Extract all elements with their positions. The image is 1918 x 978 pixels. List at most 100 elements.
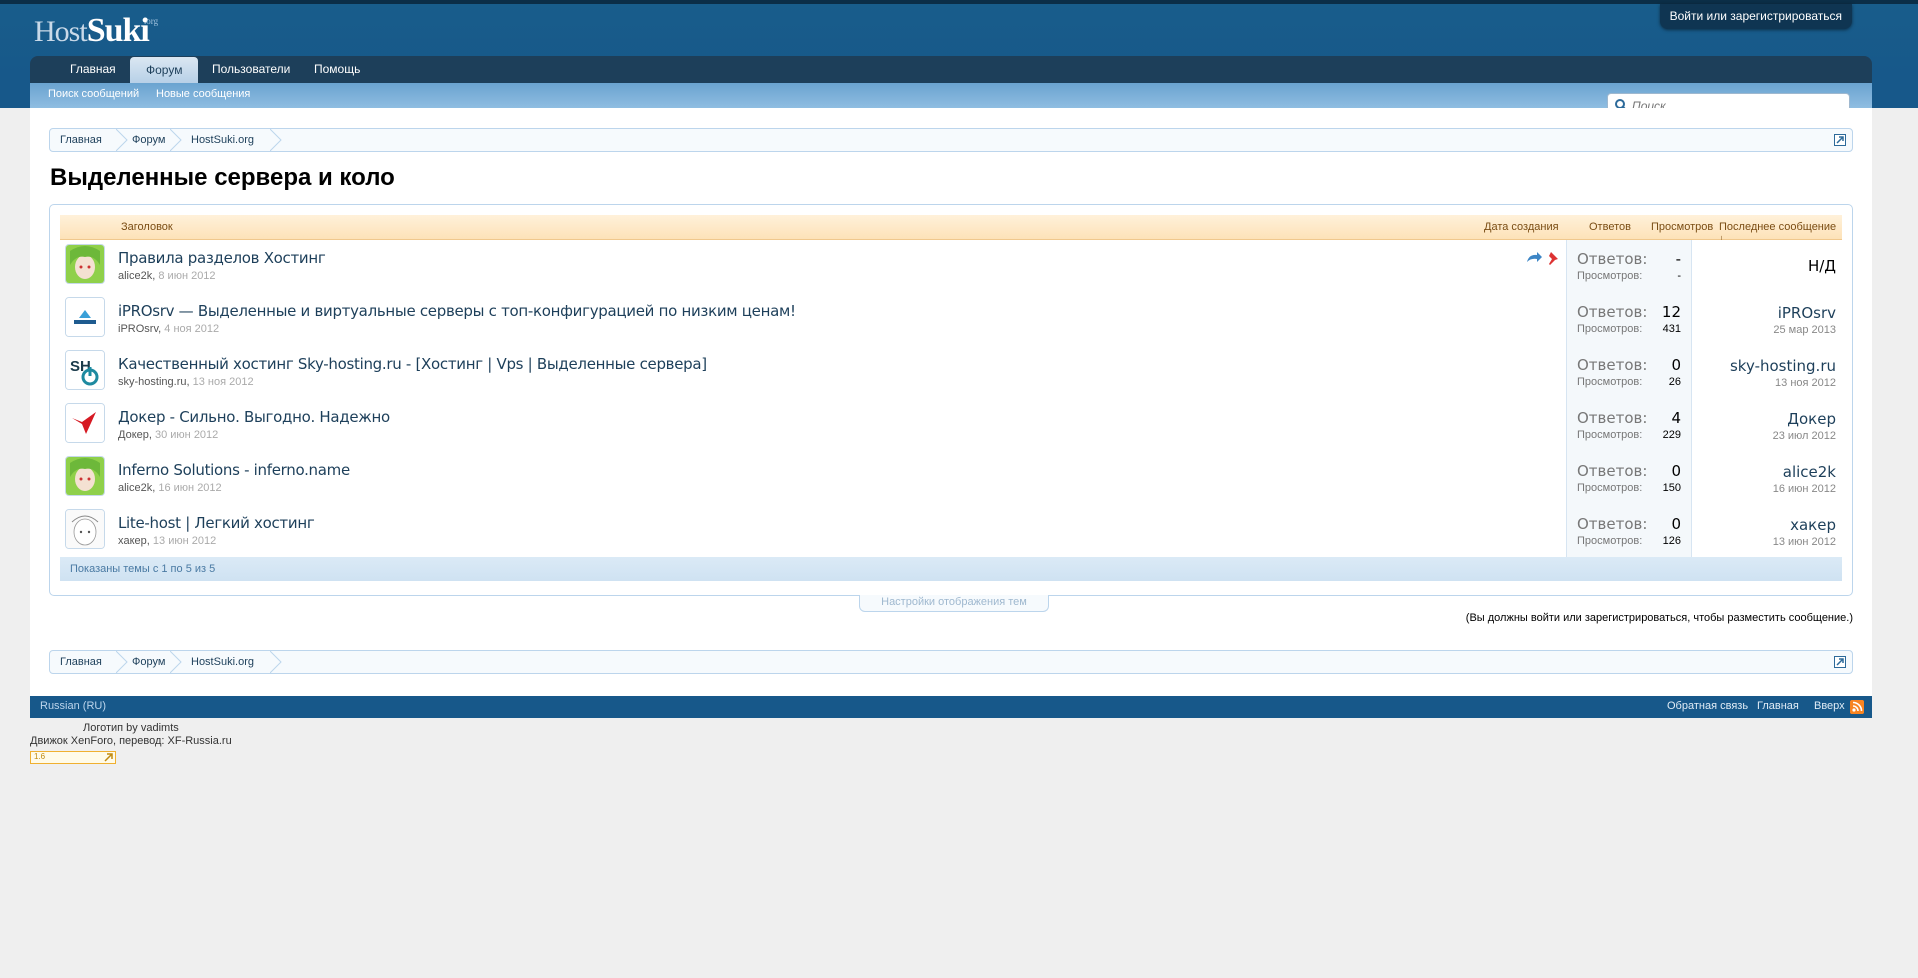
subnav-new-posts[interactable]: Новые сообщения	[156, 88, 250, 100]
tab-forum[interactable]: Форум	[130, 57, 199, 83]
replies-label: Ответов:	[1577, 250, 1648, 268]
thread-stats: Ответов: 0 Просмотров: 150	[1566, 452, 1692, 505]
last-post-user[interactable]: xакер	[1790, 516, 1836, 534]
redirect-arrow-icon	[1527, 252, 1542, 262]
external-arrow-icon	[104, 753, 113, 762]
thread-stats: Ответов: - Просмотров: -	[1566, 240, 1692, 293]
replies-count: -	[1675, 250, 1681, 268]
engine-credit[interactable]: Движок XenForo, перевод: XF-Russia.ru	[30, 735, 232, 748]
views-label: Просмотров:	[1577, 270, 1643, 282]
replies-label: Ответов:	[1577, 303, 1648, 321]
jump-menu-icon[interactable]	[1834, 134, 1846, 146]
avatar[interactable]: SH	[65, 350, 105, 390]
breadcrumb-bottom: Главная Форум HostSuki.org	[49, 650, 1853, 674]
jump-menu-icon[interactable]	[1834, 656, 1846, 668]
breadcrumb-forum[interactable]: Форум	[132, 129, 165, 151]
thread-title[interactable]: iPROsrv — Выделенные и виртуальные серве…	[118, 302, 796, 320]
thread-author[interactable]: alice2k	[118, 482, 152, 494]
breadcrumb-hostsuki[interactable]: HostSuki.org	[191, 651, 254, 673]
display-options-tab[interactable]: Настройки отображения тем	[859, 595, 1049, 612]
threads-shown-count: Показаны темы с 1 по 5 из 5	[70, 563, 216, 575]
logo-credit[interactable]: Логотип by vadimts	[83, 722, 179, 735]
replies-label: Ответов:	[1577, 409, 1648, 427]
avatar[interactable]	[65, 297, 105, 337]
replies-count: 0	[1671, 515, 1681, 533]
breadcrumb-home[interactable]: Главная	[60, 129, 102, 151]
thread-title[interactable]: Качественный хостинг Sky-hosting.ru - [Х…	[118, 355, 707, 373]
thread-list-header: Заголовок Дата создания Ответов Просмотр…	[60, 215, 1842, 245]
avatar[interactable]	[65, 509, 105, 549]
views-count: 431	[1662, 323, 1681, 335]
thread-list: Заголовок Дата создания Ответов Просмотр…	[49, 204, 1853, 596]
breadcrumb-hostsuki[interactable]: HostSuki.org	[191, 129, 254, 151]
thread-author[interactable]: xакер	[118, 535, 147, 547]
tab-home[interactable]: Главная	[54, 56, 132, 83]
version-badge[interactable]: 1.6	[30, 751, 116, 764]
svg-text:SH: SH	[70, 358, 91, 375]
last-post-user[interactable]: sky-hosting.ru	[1730, 357, 1836, 375]
footer-link-home[interactable]: Главная	[1757, 700, 1799, 712]
thread-list-footer: Показаны темы с 1 по 5 из 5	[60, 557, 1842, 581]
thread-meta: alice2k, 16 июн 2012	[118, 482, 222, 494]
thread-title[interactable]: Докер - Сильно. Выгодно. Надежно	[118, 408, 390, 426]
logo-suki-text: Suki	[86, 12, 150, 49]
breadcrumb-forum[interactable]: Форум	[132, 651, 165, 673]
sub-nav: Поиск сообщений Новые сообщения	[30, 83, 1872, 108]
thread-meta: alice2k, 8 июн 2012	[118, 270, 216, 282]
thread-date: 4 ноя 2012	[164, 323, 220, 335]
thread-stats: Ответов: 0 Просмотров: 26	[1566, 346, 1692, 399]
views-count: 229	[1662, 429, 1681, 441]
language-chooser[interactable]: Russian (RU)	[40, 700, 106, 712]
avatar-anime-icon	[66, 245, 104, 283]
thread-author[interactable]: sky-hosting.ru	[118, 376, 186, 388]
sort-created[interactable]: Дата создания	[1484, 221, 1559, 233]
avatar-ipro-logo-icon	[66, 298, 104, 336]
avatar[interactable]	[65, 403, 105, 443]
thread-meta: Докер, 30 июн 2012	[118, 429, 219, 441]
sort-replies[interactable]: Ответов	[1589, 221, 1631, 233]
subnav-search-posts[interactable]: Поиск сообщений	[48, 88, 139, 100]
footer-link-contact[interactable]: Обратная связь	[1667, 700, 1748, 712]
breadcrumb-arrow-icon	[170, 129, 182, 151]
avatar[interactable]	[65, 456, 105, 496]
last-post-date: 23 июл 2012	[1772, 430, 1836, 442]
thread-title[interactable]: Правила разделов Хостинг	[118, 249, 326, 267]
rss-icon[interactable]	[1850, 700, 1864, 714]
tab-help[interactable]: Помощь	[298, 56, 376, 83]
thread-author[interactable]: iPROsrv	[118, 323, 158, 335]
replies-count: 12	[1661, 303, 1681, 321]
last-post-user: Н/Д	[1807, 257, 1836, 275]
breadcrumb-arrow-icon	[116, 129, 128, 151]
thread-meta: xакер, 13 июн 2012	[118, 535, 217, 547]
views-label: Просмотров:	[1577, 376, 1643, 388]
replies-label: Ответов:	[1577, 515, 1648, 533]
thread-date: 13 июн 2012	[152, 535, 217, 547]
thread-meta: iPROsrv, 4 ноя 2012	[118, 323, 220, 335]
login-required-note: (Вы должны войти или зарегистрироваться,…	[1465, 612, 1853, 624]
views-label: Просмотров:	[1577, 323, 1643, 335]
breadcrumb-arrow-icon	[270, 651, 282, 673]
replies-label: Ответов:	[1577, 356, 1648, 374]
views-label: Просмотров:	[1577, 482, 1643, 494]
thread-title[interactable]: Lite-host | Легкий хостинг	[118, 514, 315, 532]
last-post-user[interactable]: Докер	[1787, 410, 1836, 428]
thread-author[interactable]: alice2k	[118, 270, 152, 282]
sort-views[interactable]: Просмотров	[1651, 221, 1713, 233]
site-logo[interactable]: HostSuki .org	[34, 12, 158, 50]
thread-author[interactable]: Докер	[118, 429, 149, 441]
footer-link-top[interactable]: Вверх	[1814, 700, 1845, 712]
tab-members[interactable]: Пользователи	[196, 56, 306, 83]
views-count: -	[1677, 270, 1681, 282]
logo-org-text: .org	[144, 16, 159, 26]
views-count: 26	[1668, 376, 1681, 388]
sort-title[interactable]: Заголовок	[121, 221, 173, 233]
table-row: SH Качественный хостинг Sky-hosting.ru -…	[60, 346, 1842, 400]
last-post-date: 13 июн 2012	[1772, 536, 1836, 548]
last-post-user[interactable]: alice2k	[1783, 463, 1836, 481]
thread-title[interactable]: Inferno Solutions - inferno.name	[118, 461, 350, 479]
avatar[interactable]	[65, 244, 105, 284]
last-post-user[interactable]: iPROsrv	[1778, 304, 1836, 322]
breadcrumb-home[interactable]: Главная	[60, 651, 102, 673]
login-register-button[interactable]: Войти или зарегистрироваться	[1659, 4, 1852, 29]
replies-count: 4	[1671, 409, 1681, 427]
